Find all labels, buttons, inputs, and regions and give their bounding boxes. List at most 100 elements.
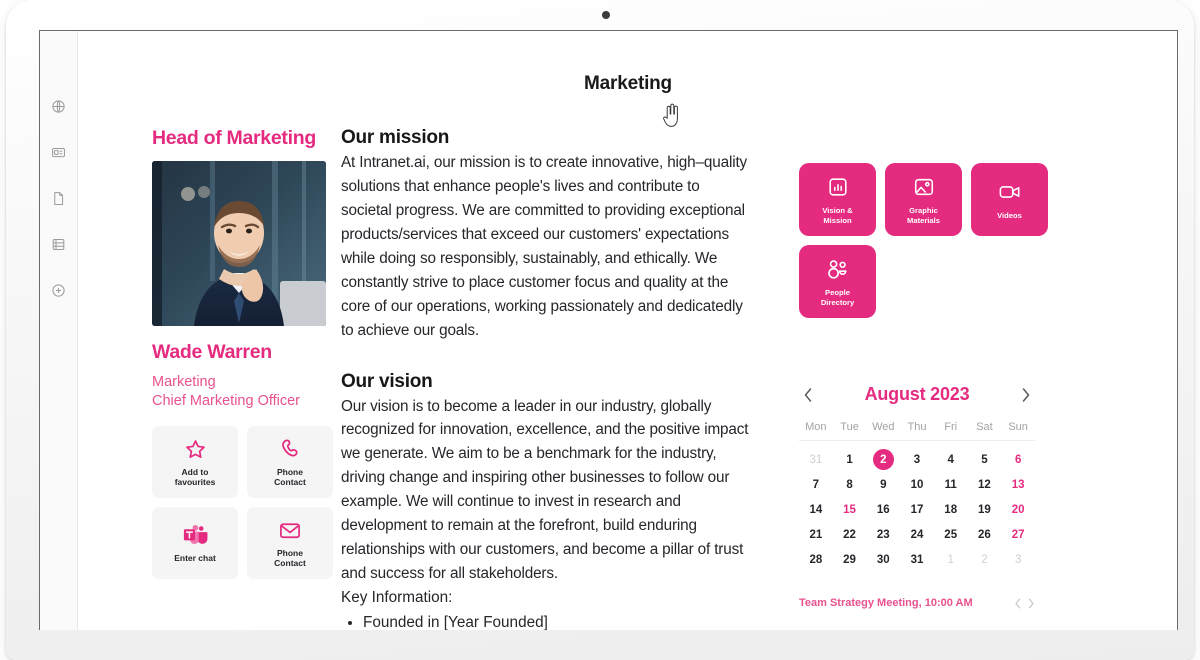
calendar-widget: August 2023 Mon Tue Wed Thu Fri Sat Sun 31 1 2 3 4… — [799, 384, 1035, 609]
calendar-day[interactable]: 20 — [1001, 498, 1035, 521]
calendar-day[interactable]: 25 — [934, 523, 968, 546]
calendar-day[interactable]: 24 — [900, 523, 934, 546]
calendar-day[interactable]: 15 — [833, 498, 867, 521]
calendar-day-number: 7 — [812, 478, 820, 491]
calendar-day[interactable]: 31 — [799, 448, 833, 471]
calendar-day[interactable]: 14 — [799, 498, 833, 521]
event-prev-button[interactable] — [1014, 598, 1022, 609]
calendar-day-number: 29 — [843, 553, 856, 566]
calendar-day[interactable]: 7 — [799, 473, 833, 496]
calendar-day[interactable]: 11 — [934, 473, 968, 496]
people-icon — [826, 256, 850, 282]
calendar-next-month-button[interactable] — [1017, 386, 1035, 404]
calendar-day[interactable]: 13 — [1001, 473, 1035, 496]
quicklink-label: Vision & Mission — [822, 206, 853, 225]
calendar-day[interactable]: 10 — [900, 473, 934, 496]
calendar-day-number: 3 — [913, 453, 921, 466]
calendar-day-number: 14 — [809, 503, 823, 516]
key-information-list: Founded in [Year Founded] — [341, 611, 753, 630]
calendar-day[interactable]: 29 — [833, 548, 867, 571]
email-contact-button[interactable]: Phone Contact — [247, 507, 333, 580]
article-column: Our mission At Intranet.ai, our mission … — [341, 127, 763, 630]
quicklink-vision-mission[interactable]: Vision & Mission — [799, 163, 876, 236]
calendar-day-number: 8 — [846, 478, 853, 491]
calendar-weekday: Wed — [872, 421, 895, 433]
pointer-hand-cursor — [663, 103, 678, 127]
calendar-weekday: Fri — [944, 421, 958, 433]
news-card-icon[interactable] — [44, 137, 74, 167]
laptop-frame: Marketing Head of Marketing Wade Warren … — [6, 0, 1194, 660]
quicklink-graphic-materials[interactable]: Graphic Materials — [885, 163, 962, 236]
action-label: Phone Contact — [274, 466, 306, 487]
calendar-day[interactable]: 6 — [1001, 448, 1035, 471]
phone-contact-button[interactable]: Phone Contact — [247, 426, 333, 499]
calendar-day-number: 17 — [910, 503, 924, 516]
calendar-day[interactable]: 9 — [866, 473, 900, 496]
calendar-day[interactable]: 3 — [1001, 548, 1035, 571]
calendar-day[interactable]: 21 — [799, 523, 833, 546]
calendar-day[interactable]: 17 — [900, 498, 934, 521]
calendar-day[interactable]: 27 — [1001, 523, 1035, 546]
calendar-day[interactable]: 3 — [900, 448, 934, 471]
role-title: Head of Marketing — [152, 127, 316, 149]
calendar-day[interactable]: 5 — [968, 448, 1002, 471]
calendar-day-number: 6 — [1014, 453, 1022, 466]
calendar-day[interactable]: 18 — [934, 498, 968, 521]
profile-column: Head of Marketing Wade Warren Marketing … — [79, 127, 341, 580]
quicklink-people-directory[interactable]: People Directory — [799, 245, 876, 318]
calendar-day[interactable]: 1 — [833, 448, 867, 471]
calendar-day[interactable]: 8 — [833, 473, 867, 496]
add-to-favourites-button[interactable]: Add to favourites — [152, 426, 238, 499]
calendar-day[interactable]: 16 — [866, 498, 900, 521]
calendar-day[interactable]: 12 — [968, 473, 1002, 496]
profile-actions: Add to favourites Phone Contact Enter ch… — [152, 426, 341, 580]
calendar-day[interactable]: 31 — [900, 548, 934, 571]
document-icon[interactable] — [44, 183, 74, 213]
calendar-day[interactable]: 2 — [866, 448, 900, 471]
calendar-day-number: 31 — [809, 453, 823, 466]
browser-screen: Marketing Head of Marketing Wade Warren … — [39, 30, 1178, 630]
calendar-day[interactable]: 28 — [799, 548, 833, 571]
quicklink-videos[interactable]: Videos — [971, 163, 1048, 236]
calendar-day-number: 23 — [876, 528, 890, 541]
enter-chat-button[interactable]: Enter chat — [152, 507, 238, 580]
quicklink-label: People Directory — [820, 288, 855, 307]
calendar-event-nav — [1014, 598, 1035, 609]
calendar-weekday: Tue — [840, 421, 859, 433]
globe-icon[interactable] — [44, 91, 74, 121]
calendar-day-number: 21 — [809, 528, 823, 541]
phone-icon — [279, 437, 302, 463]
calendar-day-number: 24 — [910, 528, 924, 541]
envelope-icon — [278, 518, 302, 544]
calendar-day-number: 16 — [876, 503, 890, 516]
mission-heading: Our mission — [341, 127, 450, 148]
database-list-icon[interactable] — [44, 229, 74, 259]
event-next-button[interactable] — [1027, 598, 1035, 609]
calendar-day-number: 2 — [880, 453, 887, 466]
avatar — [152, 161, 326, 326]
vision-block: Our vision Our vision is to become a lea… — [341, 371, 753, 631]
calendar-day[interactable]: 2 — [968, 548, 1002, 571]
calendar-day-number: 11 — [944, 478, 957, 491]
calendar-day[interactable]: 1 — [934, 548, 968, 571]
mission-body: At Intranet.ai, our mission is to create… — [341, 154, 748, 339]
vision-body: Our vision is to become a leader in our … — [341, 397, 749, 583]
vision-heading: Our vision — [341, 370, 433, 392]
calendar-day[interactable]: 4 — [934, 448, 968, 471]
plus-circle-icon[interactable] — [44, 275, 74, 305]
list-item: Founded in [Year Founded] — [363, 611, 753, 630]
calendar-day-number: 1 — [947, 553, 954, 566]
calendar-day[interactable]: 19 — [968, 498, 1002, 521]
quicklinks-grid: Vision & Mission Graphic Materials Video… — [799, 163, 1149, 318]
person-name: Wade Warren — [152, 341, 272, 363]
quicklink-label: Videos — [997, 210, 1022, 220]
calendar-prev-month-button[interactable] — [799, 386, 817, 404]
calendar-day-number: 20 — [1011, 503, 1025, 516]
calendar-weekday-row: Mon Tue Wed Thu Fri Sat Sun — [799, 421, 1035, 441]
calendar-day[interactable]: 30 — [866, 548, 900, 571]
calendar-day[interactable]: 23 — [866, 523, 900, 546]
calendar-day-number: 10 — [910, 478, 924, 491]
calendar-day[interactable]: 22 — [833, 523, 867, 546]
calendar-day[interactable]: 26 — [968, 523, 1002, 546]
calendar-day-number: 31 — [910, 553, 924, 566]
